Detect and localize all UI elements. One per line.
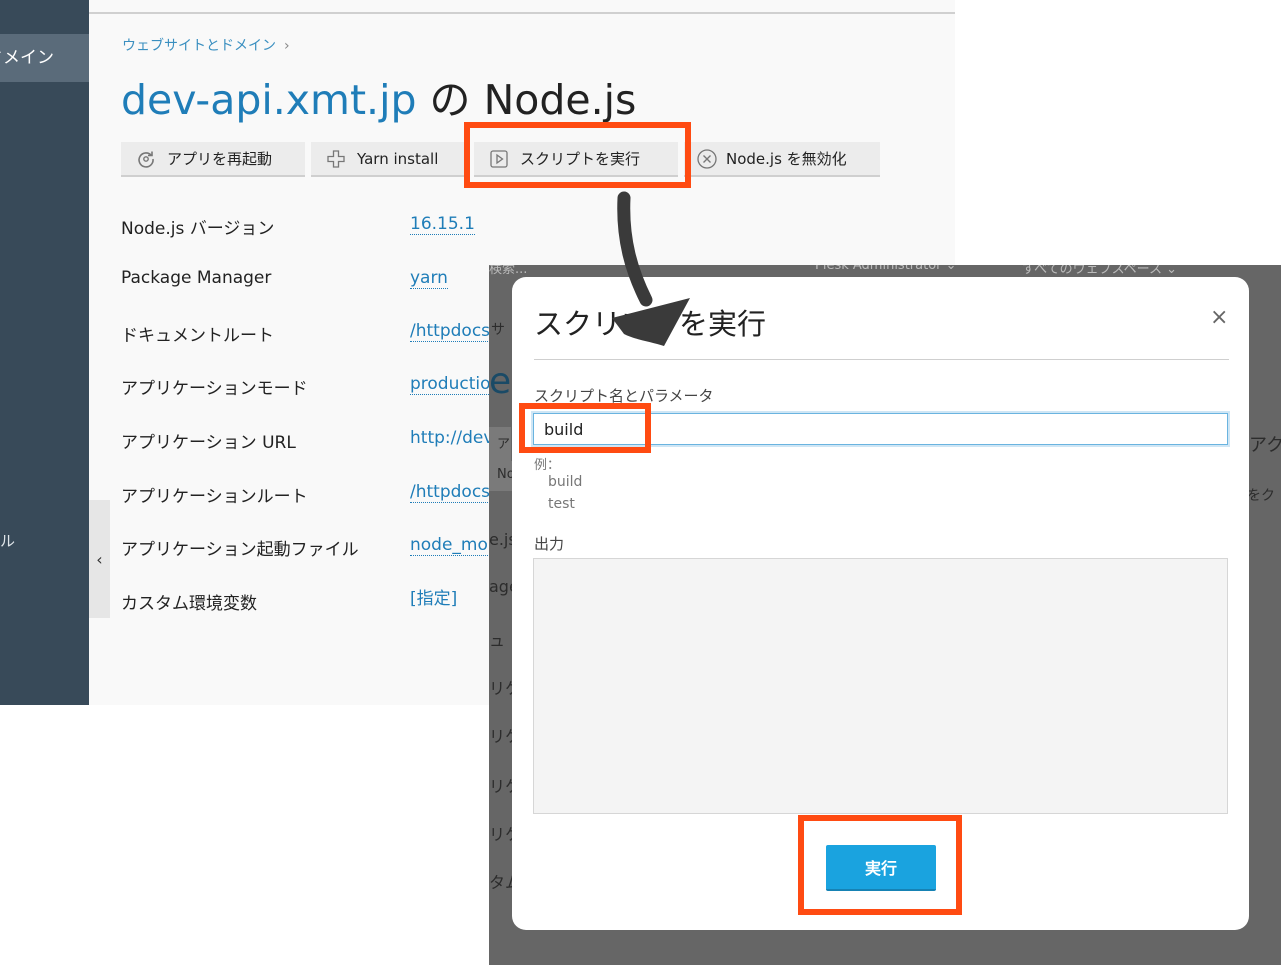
annotation-arrow [612,191,690,346]
